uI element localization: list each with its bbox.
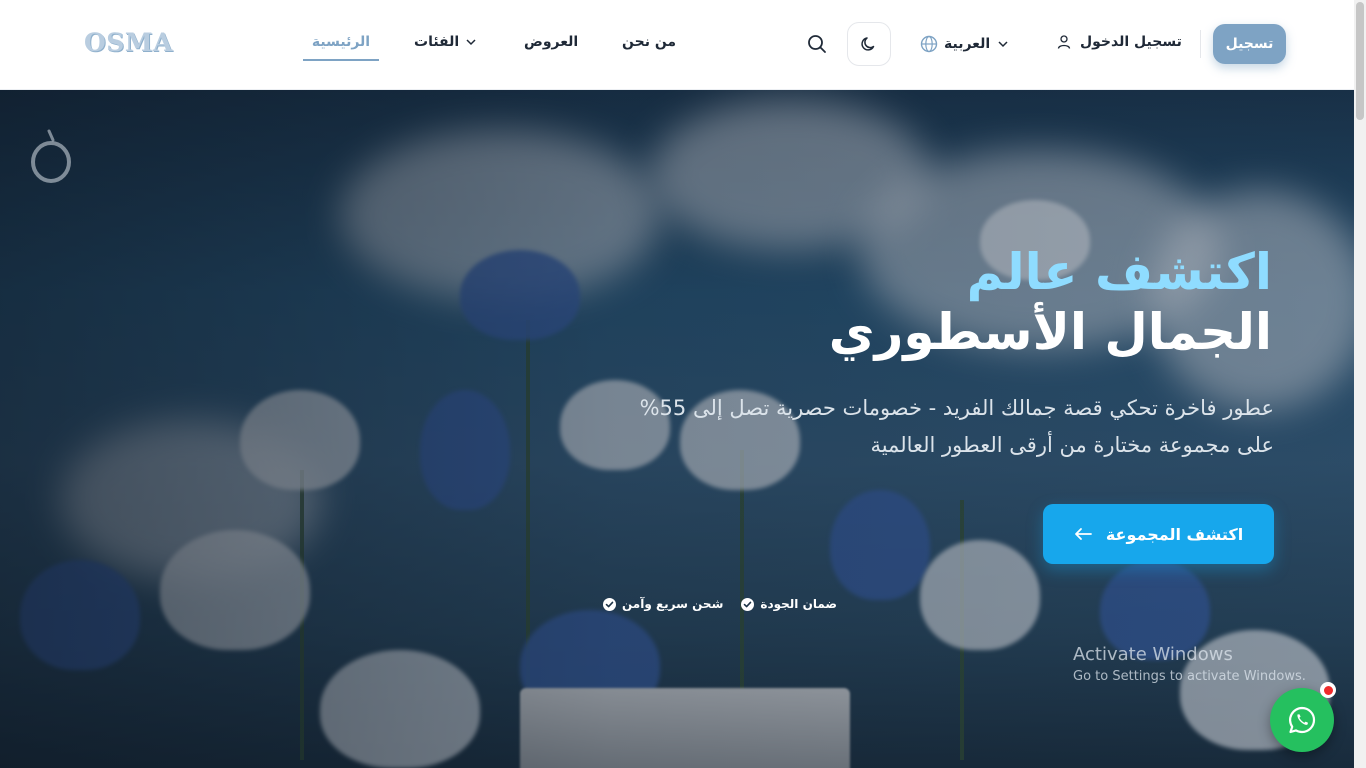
page-scrollbar[interactable] [1354, 0, 1366, 768]
search-icon [808, 35, 826, 53]
check-circle-icon [603, 597, 616, 611]
hero-badges: ضمان الجودة شحن سريع وآمن [603, 597, 843, 611]
header-divider [1200, 30, 1201, 58]
login-label: تسجيل الدخول [1080, 34, 1182, 50]
brand-mark-icon [31, 129, 71, 183]
theme-toggle-button[interactable] [847, 22, 891, 66]
badge-shipping: شحن سريع وآمن [603, 597, 723, 611]
watermark-line2: Go to Settings to activate Windows. [1073, 669, 1306, 684]
user-icon [1057, 35, 1071, 49]
badge-shipping-label: شحن سريع وآمن [622, 597, 724, 611]
hero-title-line1: اكتشف عالم [966, 243, 1272, 301]
badge-quality: ضمان الجودة [741, 597, 837, 611]
nav-categories[interactable]: الفئات [414, 34, 478, 50]
notification-dot [1320, 682, 1336, 698]
language-label: العربية [944, 36, 991, 52]
check-circle-icon [741, 597, 755, 611]
scrollbar-thumb[interactable] [1356, 2, 1364, 120]
logo[interactable]: OSMA [84, 28, 173, 57]
nav-offers[interactable]: العروض [524, 34, 578, 50]
windows-activation-watermark: Activate Windows Go to Settings to activ… [1073, 644, 1306, 684]
register-button[interactable]: تسجيل [1213, 24, 1286, 64]
chevron-down-icon [466, 39, 476, 46]
nav-about[interactable]: من نحن [622, 34, 676, 50]
hero-subtitle: عطور فاخرة تحكي قصة جمالك الفريد - خصوما… [639, 396, 1274, 457]
watermark-line1: Activate Windows [1073, 644, 1233, 665]
explore-collection-button[interactable]: اكتشف المجموعة [1043, 504, 1274, 564]
language-selector[interactable]: العربية [920, 34, 1010, 54]
nav-home[interactable]: الرئيسية [303, 34, 379, 50]
explore-collection-label: اكتشف المجموعة [1105, 524, 1244, 544]
hero-title-line2: الجمال الأسطوري [828, 303, 1272, 361]
nav-active-underline [303, 59, 379, 61]
login-link[interactable]: تسجيل الدخول [1056, 34, 1182, 50]
whatsapp-button[interactable] [1270, 688, 1334, 752]
search-button[interactable] [806, 33, 828, 55]
chevron-down-icon [998, 41, 1008, 48]
whatsapp-icon [1289, 706, 1316, 734]
globe-icon [920, 35, 938, 53]
hero-section: اكتشف عالم الجمال الأسطوري عطور فاخرة تح… [0, 90, 1354, 768]
hero-title: اكتشف عالم الجمال الأسطوري [829, 242, 1272, 362]
badge-quality-label: ضمان الجودة [760, 597, 837, 611]
arrow-left-icon [1074, 528, 1092, 540]
site-header: OSMA الرئيسية الفئات العروض من نحن العرب… [0, 0, 1354, 90]
moon-icon [861, 37, 875, 51]
nav-categories-label: الفئات [414, 34, 460, 50]
